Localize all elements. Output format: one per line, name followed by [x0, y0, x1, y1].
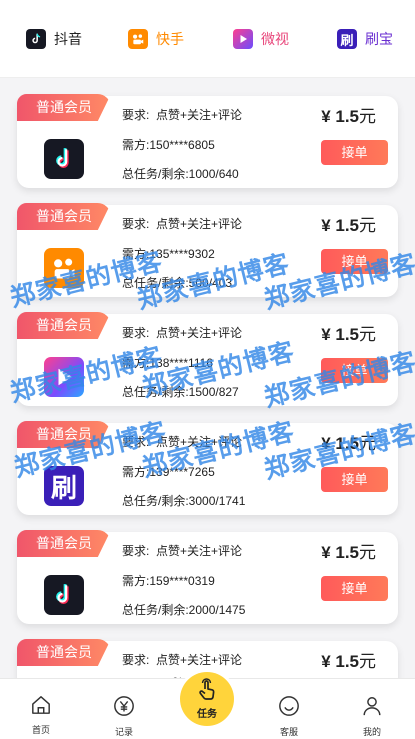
requirement: 要求: 点赞+关注+评论 — [122, 435, 243, 449]
task-card: 普通会员 要求: 点赞+关注+评论 需方:159****0319 总任务/剩余:… — [17, 530, 398, 624]
member-badge: 普通会员 — [17, 203, 111, 230]
tab-label: 我的 — [362, 727, 381, 737]
task-progress: 总任务/剩余:2000/1475 — [122, 603, 246, 617]
shuabao-icon: 刷 — [337, 29, 357, 49]
platform-tabs: 抖音 快手 微视 刷 刷宝 — [0, 0, 415, 78]
price: ¥ 1.5元 — [321, 325, 376, 344]
hand-pointer-icon — [195, 678, 219, 707]
task-progress: 总任务/剩余:1000/640 — [122, 167, 239, 181]
task-progress: 总任务/剩余:3000/1741 — [122, 494, 246, 508]
take-order-button[interactable]: 接单 — [321, 140, 388, 165]
tab-tasks[interactable]: 任务 — [180, 672, 234, 726]
tab-label: 首页 — [31, 725, 50, 735]
tab-douyin[interactable]: 抖音 — [26, 29, 82, 49]
weishi-icon — [44, 357, 84, 397]
weishi-icon — [233, 29, 253, 49]
member-badge: 普通会员 — [17, 639, 111, 666]
tab-records[interactable]: 记录 — [94, 679, 154, 739]
tab-kuaishou[interactable]: 快手 — [128, 29, 184, 49]
task-card: 普通会员 要求: 点赞+关注+评论 需方:135****9302 总任务/剩余:… — [17, 203, 398, 297]
buyer: 需方:139****7265 — [122, 465, 215, 479]
requirement: 要求: 点赞+关注+评论 — [122, 217, 243, 231]
kuaishou-icon — [128, 29, 148, 49]
member-badge: 普通会员 — [17, 94, 111, 121]
price: ¥ 1.5元 — [321, 107, 376, 126]
tab-shuabao[interactable]: 刷 刷宝 — [337, 29, 393, 49]
kuaishou-icon — [44, 248, 84, 288]
member-badge: 普通会员 — [17, 312, 111, 339]
tab-label: 记录 — [114, 727, 133, 737]
tab-label: 抖音 — [54, 31, 82, 47]
buyer: 需方:150****6805 — [122, 138, 215, 152]
tab-home[interactable]: 首页 — [11, 679, 71, 739]
requirement: 要求: 点赞+关注+评论 — [122, 108, 243, 122]
requirement: 要求: 点赞+关注+评论 — [122, 326, 243, 340]
douyin-icon — [44, 575, 84, 615]
task-progress: 总任务/剩余:500/403 — [122, 276, 233, 290]
task-card: 普通会员 要求: 点赞+关注+评论 需方:150****6805 总任务/剩余:… — [17, 94, 398, 188]
tab-mine[interactable]: 我的 — [342, 679, 402, 739]
douyin-icon — [44, 139, 84, 179]
take-order-button[interactable]: 接单 — [321, 249, 388, 274]
take-order-button[interactable]: 接单 — [321, 467, 388, 492]
requirement: 要求: 点赞+关注+评论 — [122, 653, 243, 667]
member-badge: 普通会员 — [17, 421, 111, 448]
tab-label: 微视 — [261, 31, 289, 47]
task-card: 普通会员 刷 要求: 点赞+关注+评论 需方:139****7265 总任务/剩… — [17, 421, 398, 515]
smile-icon — [278, 695, 300, 722]
tab-label: 刷宝 — [365, 31, 393, 47]
take-order-button[interactable]: 接单 — [321, 576, 388, 601]
price: ¥ 1.5元 — [321, 543, 376, 562]
buyer: 需方:138****1116 — [122, 356, 213, 370]
tab-weishi[interactable]: 微视 — [233, 29, 289, 49]
user-icon — [361, 695, 383, 722]
buyer: 需方:135****9302 — [122, 247, 215, 261]
task-card: 普通会员 要求: 点赞+关注+评论 需方:138****1116 总任务/剩余:… — [17, 312, 398, 406]
price: ¥ 1.5元 — [321, 216, 376, 235]
yuan-circle-icon — [113, 695, 135, 722]
buyer: 需方:159****0319 — [122, 574, 215, 588]
price: ¥ 1.5元 — [321, 652, 376, 671]
home-icon — [30, 695, 52, 720]
tab-service[interactable]: 客服 — [259, 679, 319, 739]
requirement: 要求: 点赞+关注+评论 — [122, 544, 243, 558]
shuabao-icon: 刷 — [44, 466, 84, 506]
tab-label: 快手 — [156, 31, 184, 47]
price: ¥ 1.5元 — [321, 434, 376, 453]
member-badge: 普通会员 — [17, 530, 111, 557]
take-order-button[interactable]: 接单 — [321, 358, 388, 383]
tab-label: 客服 — [279, 727, 298, 737]
tab-label: 任务 — [197, 709, 217, 720]
task-progress: 总任务/剩余:1500/827 — [122, 385, 239, 399]
douyin-icon — [26, 29, 46, 49]
